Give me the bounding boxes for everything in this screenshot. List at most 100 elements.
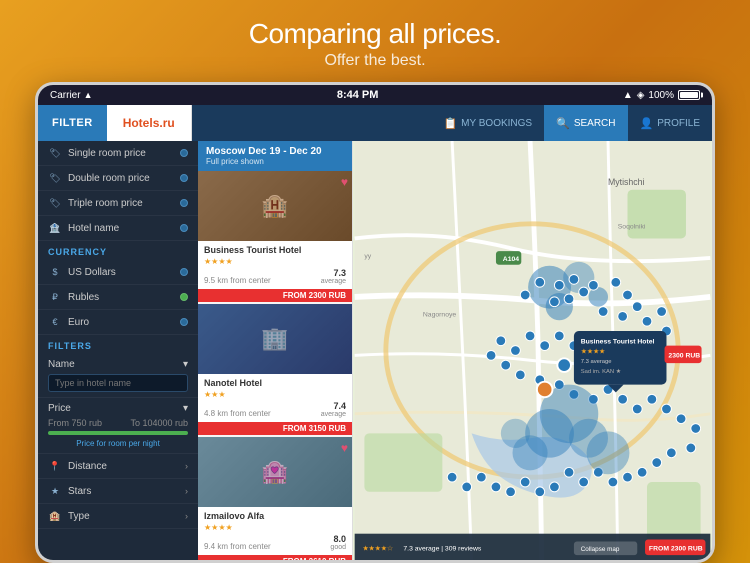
- svg-text:7.3 average | 309 reviews: 7.3 average | 309 reviews: [403, 545, 481, 552]
- sidebar-dot: [180, 149, 188, 157]
- sidebar-item-distance[interactable]: 📍 Distance ›: [38, 454, 198, 479]
- hotel-image-1: 🏨 ♥: [198, 171, 352, 241]
- hotel-meta-2: 4.8 km from center 7.4 average: [204, 401, 346, 418]
- name-filter: Name ▾: [38, 354, 198, 398]
- usd-dot: [180, 268, 188, 276]
- hotel-score-3: 8.0: [330, 534, 346, 544]
- sidebar-item-triple-room[interactable]: 🏷 Triple room price: [38, 191, 198, 216]
- hotel-icon: 🏦: [48, 221, 62, 235]
- price-range-labels: From 750 rub To 104000 rub: [48, 418, 188, 428]
- distance-chevron-icon: ›: [185, 461, 188, 471]
- hotel-heart-1[interactable]: ♥: [341, 175, 348, 189]
- hotel-info-2: Nanotel Hotel ★★★ 4.8 km from center 7.4…: [198, 374, 352, 422]
- battery-label: 100%: [648, 90, 674, 101]
- hotel-img-placeholder-1: 🏨: [198, 171, 352, 241]
- sidebar-item-single-room[interactable]: 🏷 Single room price: [38, 141, 198, 166]
- svg-text:Soqolniki: Soqolniki: [618, 224, 646, 231]
- eur-icon: €: [48, 315, 62, 329]
- svg-text:★★★★☆: ★★★★☆: [362, 544, 393, 552]
- hotel-image-3: 🏩 ♥: [198, 437, 352, 507]
- svg-text:Mytishchi: Mytishchi: [608, 177, 645, 187]
- sidebar-item-stars[interactable]: ★ Stars ›: [38, 479, 198, 504]
- list-header-sub: Full price shown: [206, 157, 344, 166]
- battery-icon: [678, 90, 700, 100]
- main-content: 🏷 Single room price 🏷 Double room price …: [38, 141, 712, 560]
- room-icon-3: 🏷: [48, 196, 62, 210]
- hotel-score-2: 7.4: [321, 401, 346, 411]
- nav-bar: FILTER Hotels.ru 📋 MY BOOKINGS 🔍 SEARCH …: [38, 105, 712, 141]
- hotel-info-3: Izmailovo Alfa ★★★★ 9.4 km from center 8…: [198, 507, 352, 555]
- bookings-icon: 📋: [443, 117, 457, 130]
- search-tab[interactable]: 🔍 SEARCH: [544, 105, 627, 141]
- type-icon: 🏨: [48, 509, 62, 523]
- hotel-card-3[interactable]: 🏩 ♥ Izmailovo Alfa ★★★★ 9.4 km from cent…: [198, 437, 352, 560]
- profile-tab[interactable]: 👤 PROFILE: [628, 105, 713, 141]
- chevron-down-icon: ▾: [183, 359, 188, 370]
- hotel-dist-3: 9.4 km from center: [204, 542, 271, 551]
- promo-subtitle: Offer the best.: [249, 52, 502, 70]
- hotel-stars-3: ★★★★: [204, 523, 346, 532]
- rub-dot: [180, 293, 188, 301]
- hotel-dist-2: 4.8 km from center: [204, 409, 271, 418]
- list-header-city: Moscow Dec 19 - Dec 20: [206, 146, 344, 157]
- svg-text:A104: A104: [503, 256, 519, 263]
- list-header: Moscow Dec 19 - Dec 20 Full price shown: [198, 141, 352, 171]
- sidebar-item-type[interactable]: 🏨 Type ›: [38, 504, 198, 529]
- svg-text:Nagornoye: Nagornoye: [423, 311, 457, 318]
- sidebar: 🏷 Single room price 🏷 Double room price …: [38, 141, 198, 560]
- hotel-heart-3[interactable]: ♥: [341, 441, 348, 455]
- hotel-price-1: FROM 2300 RUB: [198, 289, 352, 302]
- status-right: ▲ ◈ 100%: [623, 90, 700, 101]
- map-area[interactable]: Mytishchi Soqolniki Nagornoye yy A104 A1…: [353, 141, 712, 560]
- filter-button[interactable]: FILTER: [38, 105, 107, 141]
- search-icon: 🔍: [556, 117, 570, 130]
- eur-dot: [180, 318, 188, 326]
- hotel-score-block-1: 7.3 average: [321, 268, 346, 285]
- svg-text:yy: yy: [364, 253, 371, 260]
- hotel-price-3: FROM 2610 RUB: [198, 555, 352, 560]
- status-bar: Carrier ▲ 8:44 PM ▲ ◈ 100%: [38, 85, 712, 105]
- hotel-name-1: Business Tourist Hotel: [204, 245, 346, 255]
- sidebar-dot-4: [180, 224, 188, 232]
- wifi-status-icon: ◈: [637, 90, 645, 101]
- distance-icon: 📍: [48, 459, 62, 473]
- hotel-score-block-3: 8.0 good: [330, 534, 346, 551]
- hotels-list: Moscow Dec 19 - Dec 20 Full price shown …: [198, 141, 353, 560]
- sidebar-item-rubles[interactable]: ₽ Rubles: [38, 285, 198, 310]
- svg-text:Business Tourist Hotel: Business Tourist Hotel: [581, 339, 655, 346]
- hotel-img-placeholder-3: 🏩: [198, 437, 352, 507]
- sidebar-item-double-room[interactable]: 🏷 Double room price: [38, 166, 198, 191]
- hotel-meta-1: 9.5 km from center 7.3 average: [204, 268, 346, 285]
- profile-icon: 👤: [640, 117, 654, 130]
- hotel-image-2: 🏢: [198, 304, 352, 374]
- hotel-score-block-2: 7.4 average: [321, 401, 346, 418]
- name-filter-input[interactable]: [48, 374, 188, 392]
- bookings-tab[interactable]: 📋 MY BOOKINGS: [431, 105, 544, 141]
- price-filter-label[interactable]: Price ▾: [48, 403, 188, 414]
- sidebar-item-usd[interactable]: $ US Dollars: [38, 260, 198, 285]
- hotel-name-3: Izmailovo Alfa: [204, 511, 346, 521]
- name-filter-label[interactable]: Name ▾: [48, 359, 188, 370]
- price-filter: Price ▾ From 750 rub To 104000 rub Price…: [38, 398, 198, 454]
- device-frame: Carrier ▲ 8:44 PM ▲ ◈ 100% FILTER Hotels…: [35, 82, 715, 563]
- hotel-price-2: FROM 3150 RUB: [198, 422, 352, 435]
- hotel-info-1: Business Tourist Hotel ★★★★ 9.5 km from …: [198, 241, 352, 289]
- carrier-label: Carrier ▲: [50, 90, 92, 101]
- hotel-stars-2: ★★★: [204, 390, 346, 399]
- hotel-name-2: Nanotel Hotel: [204, 378, 346, 388]
- sidebar-item-euro[interactable]: € Euro: [38, 310, 198, 335]
- svg-text:2300 RUB: 2300 RUB: [668, 352, 700, 359]
- svg-text:★★★★: ★★★★: [581, 347, 605, 355]
- hotel-score-label-3: good: [330, 544, 346, 551]
- usd-icon: $: [48, 265, 62, 279]
- hotel-card-2[interactable]: 🏢 Nanotel Hotel ★★★ 4.8 km from center 7…: [198, 304, 352, 435]
- sidebar-dot-3: [180, 199, 188, 207]
- hotel-card-1[interactable]: 🏨 ♥ Business Tourist Hotel ★★★★ 9.5 km f…: [198, 171, 352, 302]
- price-chevron-icon: ▾: [183, 403, 188, 414]
- stars-chevron-icon: ›: [185, 486, 188, 496]
- sidebar-item-hotel-name[interactable]: 🏦 Hotel name: [38, 216, 198, 241]
- price-range-track[interactable]: [48, 431, 188, 435]
- app-logo: Hotels.ru: [107, 105, 192, 141]
- map-svg: Mytishchi Soqolniki Nagornoye yy A104 A1…: [353, 141, 712, 560]
- svg-text:7.3 average: 7.3 average: [581, 359, 612, 365]
